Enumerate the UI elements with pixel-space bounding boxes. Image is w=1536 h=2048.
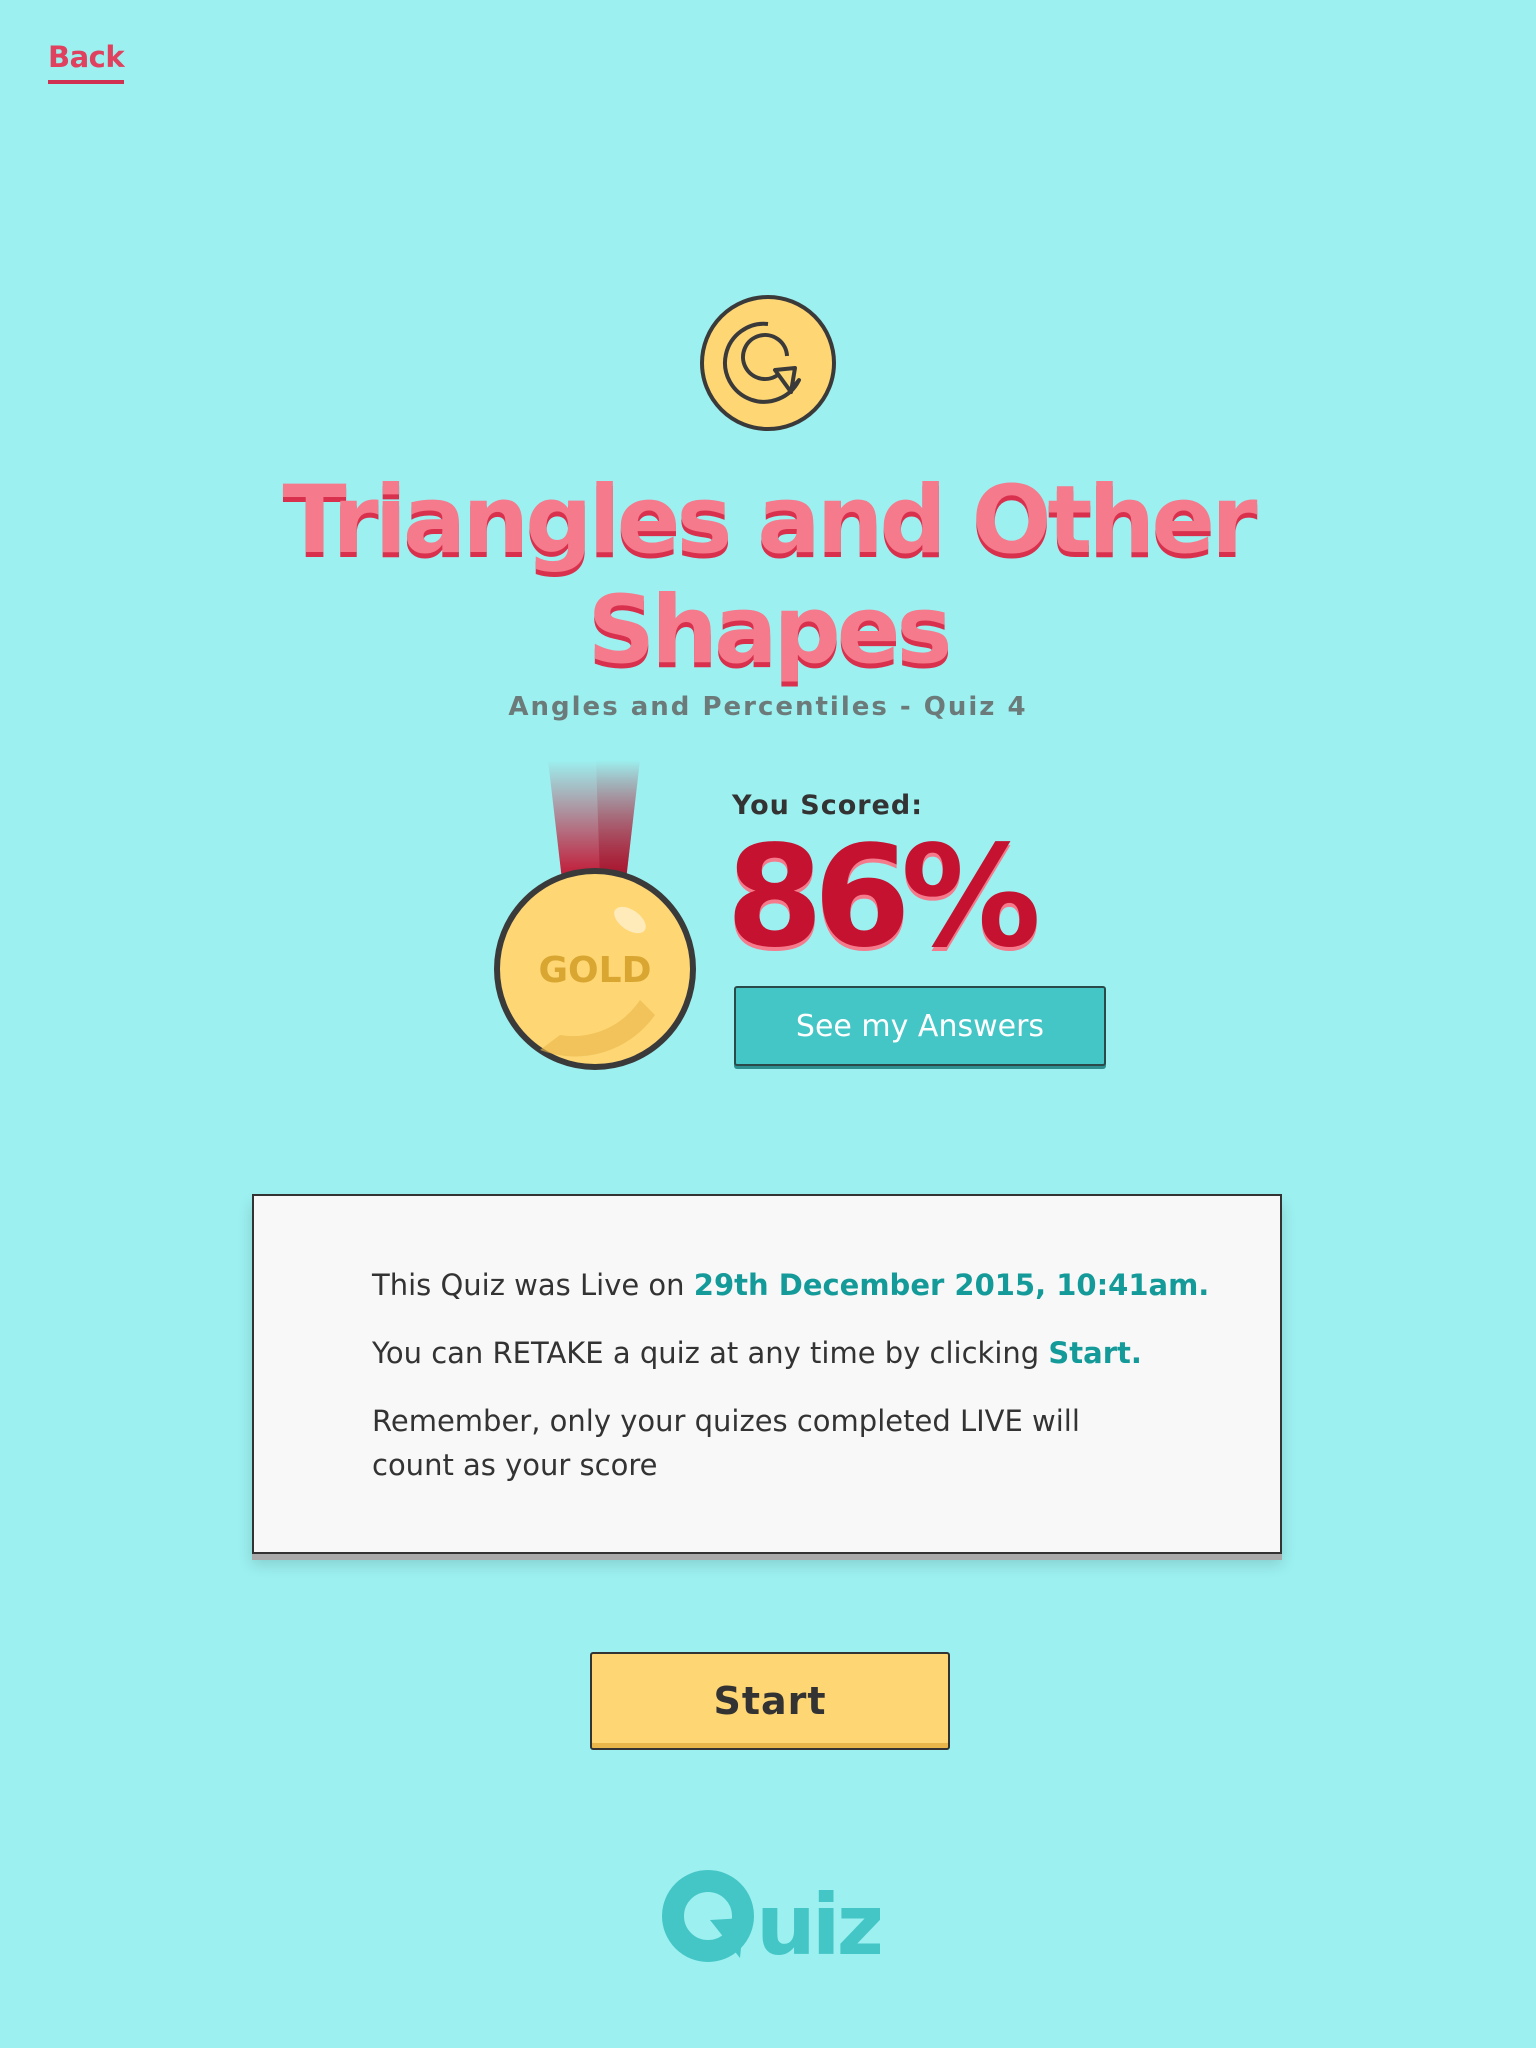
footer-logo-text: uiz (756, 1876, 880, 1968)
live-date-value: 29th December 2015, 10:41am. (693, 1268, 1210, 1302)
quiz-subtitle: Angles and Percentiles - Quiz 4 (508, 692, 1028, 722)
quiz-q-logo-icon (662, 1870, 754, 1962)
retake-prefix: You can RETAKE a quiz at any time by cli… (372, 1336, 1049, 1370)
quiz-logo-badge-icon (700, 295, 836, 431)
see-answers-button[interactable]: See my Answers (734, 986, 1106, 1066)
score-value: 86% (726, 816, 1041, 979)
live-score-note: Remember, only your quizes completed LIV… (372, 1404, 1080, 1482)
quiz-footer-logo: uiz (662, 1870, 880, 1968)
live-date-text: This Quiz was Live on 29th December 2015… (372, 1268, 1209, 1302)
retake-start-link[interactable]: Start. (1048, 1336, 1142, 1370)
start-button[interactable]: Start (590, 1652, 950, 1750)
info-card: This Quiz was Live on 29th December 2015… (252, 1194, 1282, 1554)
quiz-title: Triangles and Other Shapes (282, 466, 1258, 685)
back-link[interactable]: Back (48, 40, 125, 84)
retake-text: You can RETAKE a quiz at any time by cli… (372, 1336, 1142, 1370)
live-date-prefix: This Quiz was Live on (372, 1268, 694, 1302)
medal-label: GOLD (539, 950, 652, 991)
gold-medal-icon: GOLD (494, 760, 696, 1070)
